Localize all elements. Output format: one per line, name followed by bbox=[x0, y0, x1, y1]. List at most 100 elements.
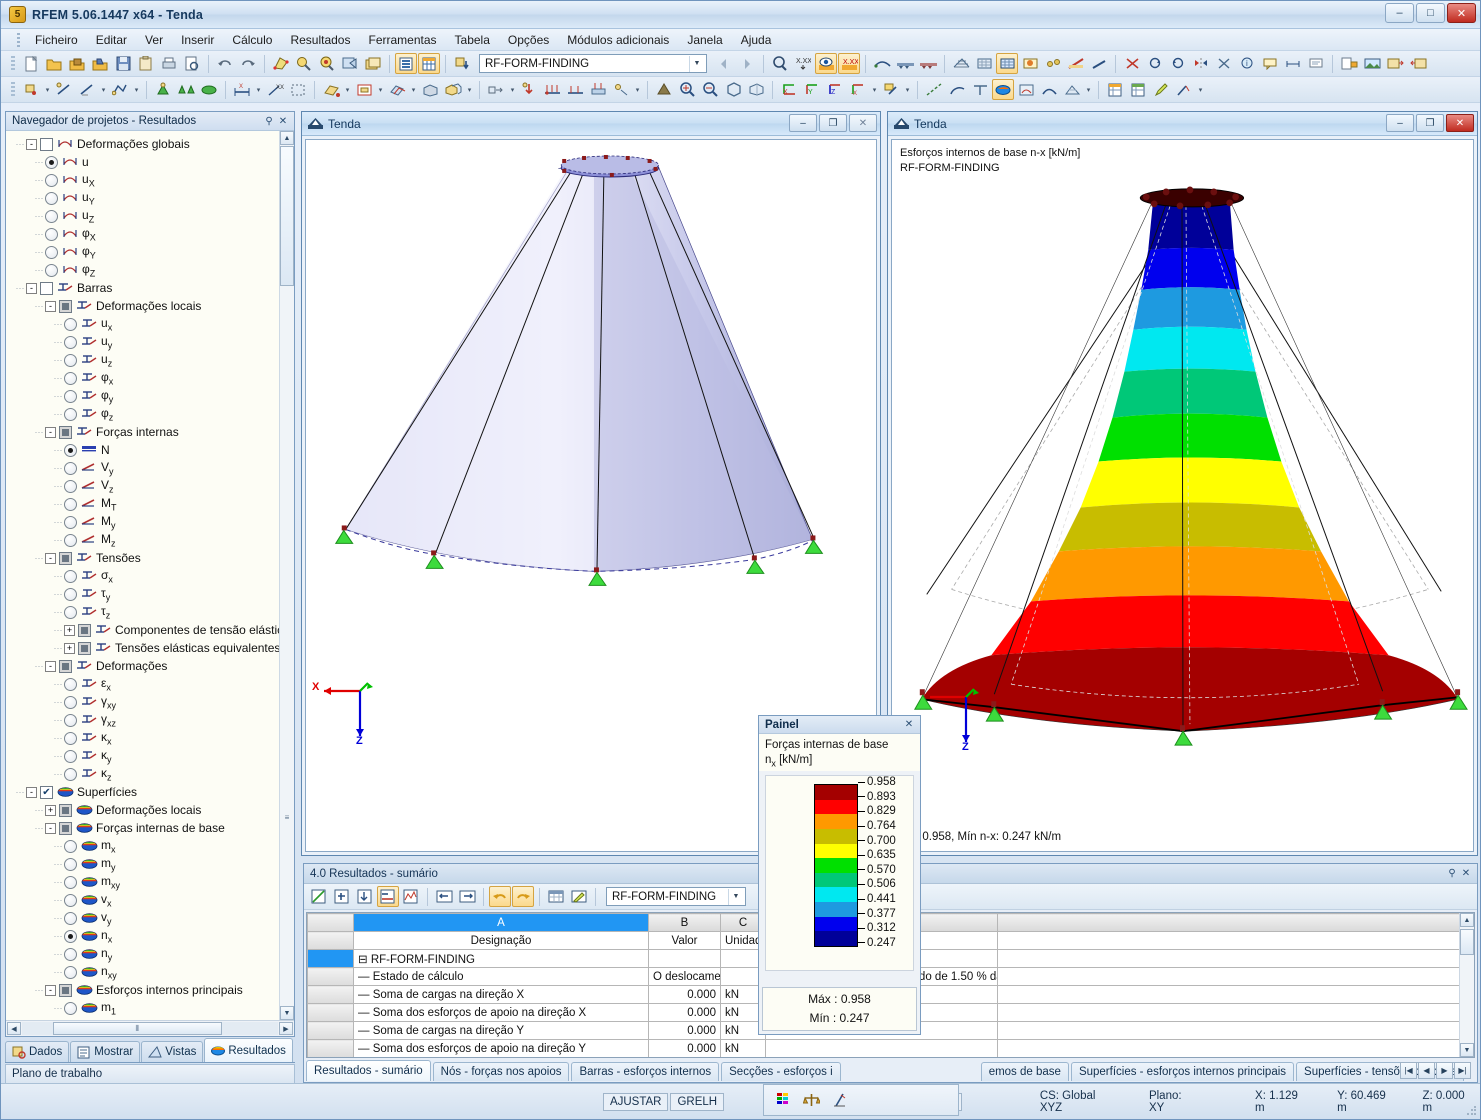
tree-item[interactable]: ···uy bbox=[8, 333, 294, 351]
tree-checkbox[interactable] bbox=[59, 300, 72, 313]
surface-create-icon[interactable] bbox=[320, 79, 342, 100]
tree-item[interactable]: ···+Tensões elásticas equivalentes bbox=[8, 639, 294, 657]
show-values-icon[interactable]: X.XX bbox=[838, 53, 860, 74]
view-z-icon[interactable]: Z bbox=[824, 79, 846, 100]
tree-item[interactable]: ···My bbox=[8, 513, 294, 531]
menu-resultados[interactable]: Resultados bbox=[281, 31, 359, 49]
line-dimension-icon[interactable] bbox=[76, 79, 98, 100]
chevron-down-icon[interactable]: ▾ bbox=[633, 79, 642, 100]
tree-item[interactable]: ···my bbox=[8, 855, 294, 873]
table-row[interactable]: — Soma dos esforços de apoio na direção … bbox=[308, 1040, 1474, 1058]
tree-radio[interactable] bbox=[64, 876, 77, 889]
panel-close-button[interactable]: ✕ bbox=[902, 718, 916, 732]
tree-radio[interactable] bbox=[45, 246, 58, 259]
value-label-icon[interactable]: X.XX bbox=[792, 53, 814, 74]
tree-item[interactable]: ···uY bbox=[8, 189, 294, 207]
resize-grip-icon[interactable] bbox=[1466, 1105, 1478, 1117]
tree-radio[interactable] bbox=[64, 912, 77, 925]
tree-expander[interactable]: + bbox=[64, 625, 75, 636]
info-icon[interactable]: i bbox=[1236, 53, 1258, 74]
tree-checkbox[interactable]: ✔ bbox=[40, 786, 53, 799]
maximize-button[interactable]: □ bbox=[1416, 3, 1445, 23]
member-result-icon[interactable] bbox=[1065, 53, 1087, 74]
select-rect-icon[interactable] bbox=[287, 79, 309, 100]
prev-case-icon[interactable] bbox=[713, 53, 735, 74]
scale-icon[interactable] bbox=[800, 1090, 822, 1111]
table-insert-icon[interactable] bbox=[331, 886, 353, 907]
tree-checkbox[interactable] bbox=[40, 138, 53, 151]
export-icon[interactable] bbox=[1384, 53, 1406, 74]
tree-item[interactable]: ···u bbox=[8, 153, 294, 171]
nodal-xx-icon[interactable]: XX bbox=[264, 79, 286, 100]
tree-radio[interactable] bbox=[64, 840, 77, 853]
tree-radio[interactable] bbox=[64, 732, 77, 745]
surface-support-icon[interactable] bbox=[198, 79, 220, 100]
tree-checkbox[interactable] bbox=[40, 282, 53, 295]
tree-item[interactable]: ···m1 bbox=[8, 999, 294, 1017]
tree-radio[interactable] bbox=[64, 444, 77, 457]
table-redo-icon[interactable] bbox=[512, 886, 534, 907]
view-negx-icon[interactable]: -X bbox=[847, 79, 869, 100]
hscroll-track[interactable]: ⦀ bbox=[22, 1022, 278, 1035]
tree-radio[interactable] bbox=[64, 516, 77, 529]
pin-icon[interactable]: ⚲ bbox=[262, 114, 276, 128]
nodal-load-icon[interactable] bbox=[518, 79, 540, 100]
column-letter-a[interactable]: A bbox=[354, 914, 649, 932]
view-perspective-icon[interactable] bbox=[745, 79, 767, 100]
tree-item[interactable]: ···-✔Superfícies bbox=[8, 783, 294, 801]
cross-section-icon[interactable] bbox=[1121, 53, 1143, 74]
view-x-icon[interactable]: X bbox=[778, 79, 800, 100]
table-grid-icon[interactable] bbox=[418, 53, 440, 74]
tree-item[interactable]: ···ux bbox=[8, 315, 294, 333]
tree-radio[interactable] bbox=[64, 714, 77, 727]
report-table2-icon[interactable] bbox=[1127, 79, 1149, 100]
chevron-down-icon[interactable]: ▾ bbox=[132, 79, 141, 100]
tree-item[interactable]: ···εx bbox=[8, 675, 294, 693]
tree-item[interactable]: ···vy bbox=[8, 909, 294, 927]
tree-item[interactable]: ···φy bbox=[8, 387, 294, 405]
table-tab-resultados-sumario[interactable]: Resultados - sumário bbox=[306, 1060, 431, 1081]
tree-item[interactable]: ···-Barras bbox=[8, 279, 294, 297]
line-icon[interactable] bbox=[53, 79, 75, 100]
scroll-up-button[interactable]: ▲ bbox=[280, 131, 294, 145]
viewport-right-restore[interactable]: ❐ bbox=[1416, 114, 1444, 132]
close-icon[interactable]: close-icon bbox=[888, 718, 902, 732]
solid-set-icon[interactable] bbox=[442, 79, 464, 100]
tree-item[interactable]: ···τz bbox=[8, 603, 294, 621]
tree-radio[interactable] bbox=[64, 948, 77, 961]
tree-radio[interactable] bbox=[64, 318, 77, 331]
tree-radio[interactable] bbox=[45, 264, 58, 277]
open-model-icon[interactable] bbox=[89, 53, 111, 74]
tree-radio[interactable] bbox=[64, 750, 77, 763]
menu-inserir[interactable]: Inserir bbox=[172, 31, 223, 49]
calculate-icon[interactable] bbox=[653, 79, 675, 100]
chevron-down-icon[interactable]: ▾ bbox=[1196, 79, 1205, 100]
pencil-icon[interactable] bbox=[1150, 79, 1172, 100]
tree-radio[interactable] bbox=[45, 174, 58, 187]
tree-radio[interactable] bbox=[64, 462, 77, 475]
row-header[interactable] bbox=[308, 968, 354, 986]
close-button[interactable]: ✕ bbox=[1447, 3, 1476, 23]
tree-radio[interactable] bbox=[45, 156, 58, 169]
nav-first-button[interactable]: |◀ bbox=[1400, 1062, 1417, 1079]
tree-item[interactable]: ···φX bbox=[8, 225, 294, 243]
line-result-icon[interactable] bbox=[1088, 53, 1110, 74]
tree-radio[interactable] bbox=[64, 480, 77, 493]
tree-item[interactable]: ···+Deformações locais bbox=[8, 801, 294, 819]
dimension-icon[interactable] bbox=[1282, 53, 1304, 74]
redo-icon[interactable] bbox=[237, 53, 259, 74]
navigator-vscrollbar[interactable]: ▲ ▼ ≡ bbox=[279, 131, 294, 1020]
show-results-icon[interactable] bbox=[815, 53, 837, 74]
undo-icon[interactable] bbox=[214, 53, 236, 74]
nav-last-button[interactable]: ▶| bbox=[1454, 1062, 1471, 1079]
tree-radio[interactable] bbox=[64, 768, 77, 781]
open-package-icon[interactable] bbox=[66, 53, 88, 74]
render-mode-icon[interactable] bbox=[880, 79, 902, 100]
tree-item[interactable]: ···uz bbox=[8, 351, 294, 369]
tree-checkbox[interactable] bbox=[59, 984, 72, 997]
tree-item[interactable]: ···φz bbox=[8, 405, 294, 423]
menu-tabela[interactable]: Tabela bbox=[446, 31, 499, 49]
table-tab-seccoes-esforcos[interactable]: Secções - esforços i bbox=[721, 1062, 841, 1081]
tree-item[interactable]: ···N bbox=[8, 441, 294, 459]
chevron-down-icon[interactable]: ▾ bbox=[99, 79, 108, 100]
